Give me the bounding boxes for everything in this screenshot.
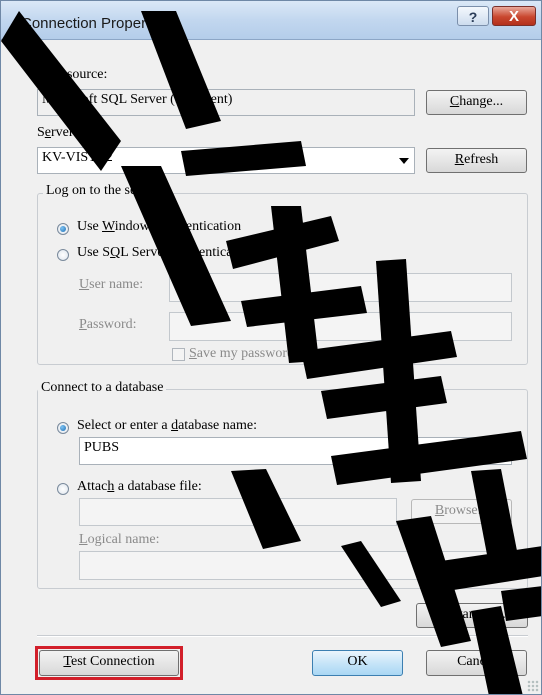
database-name-combobox[interactable]: PUBS xyxy=(79,437,512,465)
save-password-checkbox[interactable] xyxy=(172,348,185,361)
server-name-combobox[interactable]: KV-VISTA2 xyxy=(37,147,415,174)
logical-name-input[interactable] xyxy=(79,551,512,580)
chevron-down-icon[interactable] xyxy=(399,158,409,164)
help-button[interactable]: ? xyxy=(457,6,489,26)
connection-properties-dialog: Connection Properties ? X Data source: M… xyxy=(0,0,542,695)
logical-name-label: Logical name: xyxy=(79,532,160,547)
server-name-label: Server name: xyxy=(37,125,112,140)
highlight-box xyxy=(35,646,183,680)
title-bar[interactable]: Connection Properties ? X xyxy=(1,1,541,40)
database-file-input[interactable] xyxy=(79,498,397,526)
attach-file-radio[interactable] xyxy=(57,483,69,495)
attach-file-label[interactable]: Attach a database file: xyxy=(77,479,202,495)
select-database-radio[interactable] xyxy=(57,422,69,434)
username-label: User name: xyxy=(79,277,144,292)
windows-auth-label[interactable]: Use Windows Authentication xyxy=(77,219,241,235)
cancel-button[interactable]: Cancel xyxy=(426,650,527,676)
resize-grip-icon[interactable] xyxy=(527,680,539,692)
close-button[interactable]: X xyxy=(492,6,536,26)
logon-legend: Log on to the server xyxy=(43,183,162,199)
browse-button[interactable]: Browse... xyxy=(411,499,512,524)
change-button[interactable]: Change... xyxy=(426,90,527,115)
password-label: Password: xyxy=(79,317,137,332)
sql-auth-label[interactable]: Use SQL Server Authentication xyxy=(77,245,254,261)
sql-auth-radio[interactable] xyxy=(57,249,69,261)
ok-button[interactable]: OK xyxy=(312,650,403,676)
select-database-label[interactable]: Select or enter a database name: xyxy=(77,418,257,434)
windows-auth-radio[interactable] xyxy=(57,223,69,235)
save-password-label[interactable]: Save my password xyxy=(189,346,294,362)
data-source-value: Microsoft SQL Server (SqlClient) xyxy=(42,92,233,107)
username-input[interactable] xyxy=(169,273,512,302)
data-source-label: Data source: xyxy=(37,67,108,82)
window-title: Connection Properties xyxy=(21,15,170,32)
database-legend: Connect to a database xyxy=(38,380,167,396)
password-input[interactable] xyxy=(169,312,512,341)
refresh-button[interactable]: Refresh xyxy=(426,148,527,173)
button-separator xyxy=(37,635,528,637)
data-source-field: Microsoft SQL Server (SqlClient) xyxy=(37,89,415,116)
chevron-down-icon[interactable] xyxy=(496,449,506,455)
database-name-value: PUBS xyxy=(84,440,120,455)
server-name-value: KV-VISTA2 xyxy=(42,150,113,165)
advanced-button[interactable]: Advanced... xyxy=(416,603,528,628)
